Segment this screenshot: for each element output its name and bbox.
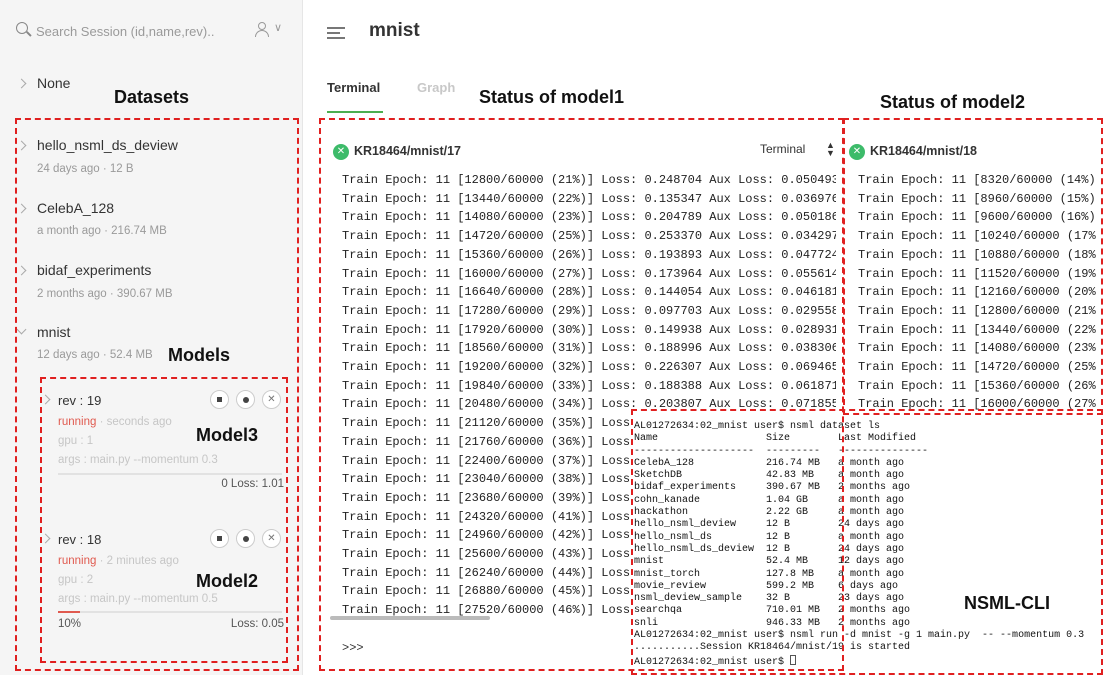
annotation-models: Models	[168, 345, 231, 365]
chevron-right-icon	[16, 78, 27, 89]
search-input[interactable]	[36, 20, 254, 42]
annotation-status-model1: Status of model1	[479, 87, 625, 107]
user-menu-button[interactable]: ∨	[252, 20, 300, 42]
search-bar: ∨	[14, 20, 289, 42]
search-icon	[16, 22, 28, 34]
menu-icon[interactable]	[327, 27, 345, 39]
chevron-down-icon: ∨	[274, 22, 283, 34]
annotation-model3: Model3	[196, 425, 259, 445]
cli-highlight-box	[631, 409, 1103, 675]
annotation-status-model2: Status of model2	[880, 92, 1026, 112]
active-tab-indicator	[327, 111, 383, 113]
tab-terminal[interactable]: Terminal	[327, 80, 380, 95]
tab-graph[interactable]: Graph	[417, 80, 455, 95]
user-icon	[258, 22, 266, 30]
annotation-model2: Model2	[196, 571, 259, 591]
models-highlight-box	[40, 377, 288, 663]
page-title: mnist	[369, 20, 420, 41]
model2-highlight-box	[843, 118, 1103, 415]
dataset-name: None	[37, 75, 71, 91]
annotation-datasets: Datasets	[114, 87, 190, 107]
annotation-nsml-cli: NSML-CLI	[964, 593, 1050, 613]
